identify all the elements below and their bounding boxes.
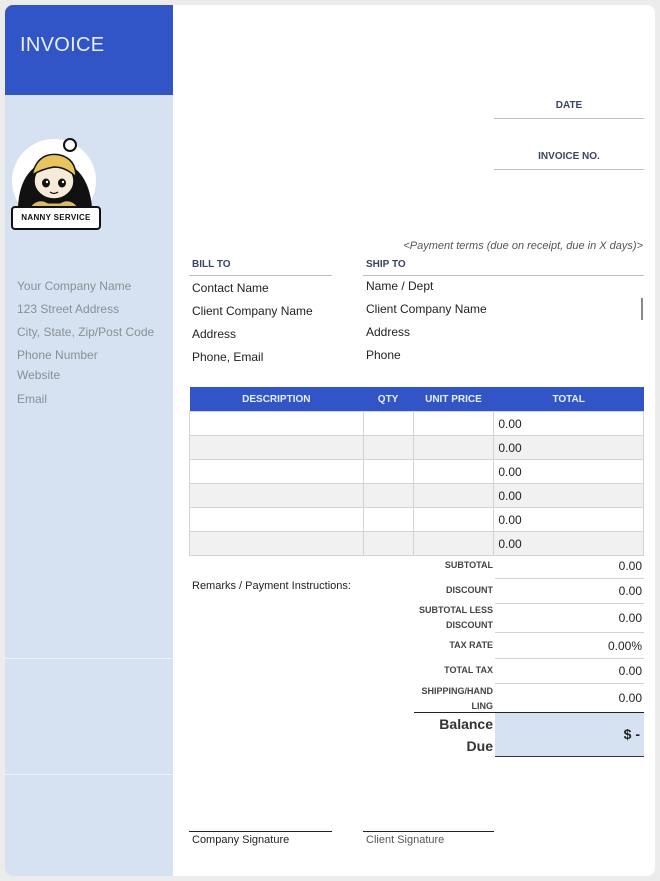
company-signature-line[interactable] [189,831,332,832]
table-header-row: DESCRIPTION QTY UNIT PRICE TOTAL [189,387,644,412]
company-signature-label: Company Signature [192,834,290,846]
bill-to-company[interactable]: Client Company Name [192,304,313,318]
company-email: Email [17,392,48,406]
discount-value[interactable]: 0.00 [495,584,642,598]
ship-to-label: SHIP TO [366,259,406,270]
bill-to-label: BILL TO [192,259,231,270]
date-label: DATE [555,100,583,111]
cell-total: 0.00 [493,507,644,532]
cell-qty[interactable] [362,531,414,556]
header-total: TOTAL [493,387,644,412]
subtotal-value: 0.00 [618,559,642,573]
client-signature-label: Client Signature [366,834,445,846]
table-row: 0.00 [189,459,644,484]
invoice-header-band: INVOICE [5,5,173,95]
cell-qty[interactable] [362,435,414,460]
header-unit-price: UNIT PRICE [413,387,494,412]
shipping-label: SHIPPING/HAND LING [405,684,493,714]
label-line-2: Due [466,738,493,754]
invoice-no-field[interactable] [494,169,644,170]
cell-unit-price[interactable] [412,459,495,484]
remarks-label: Remarks / Payment Instructions: [192,580,351,592]
cell-unit-price[interactable] [412,531,495,556]
sidebar-divider [5,774,173,775]
ship-to-phone[interactable]: Phone [366,348,401,362]
cell-total: 0.00 [493,435,644,460]
cell-description[interactable] [189,483,364,508]
table-row: 0.00 [189,411,644,436]
ship-to-company[interactable]: Client Company Name [366,302,487,316]
cell-qty[interactable] [362,507,414,532]
balance-due-value: $ - [623,726,640,742]
totals-divider [495,658,644,659]
company-name: Your Company Name [17,279,132,293]
table-row: 0.00 [189,507,644,532]
label-line-1: SUBTOTAL LESS [418,605,493,615]
label-line-1: SHIPPING/HAND [421,686,493,696]
cell-total: 0.00 [493,483,644,508]
subtotal-label: SUBTOTAL [444,560,493,570]
subtotal-less-discount-label: SUBTOTAL LESS DISCOUNT [405,603,493,633]
payment-terms: <Payment terms (due on receipt, due in X… [403,240,643,252]
subtotal-less-discount-value: 0.00 [618,611,642,625]
cell-unit-price[interactable] [412,411,495,436]
bill-to-phone-email[interactable]: Phone, Email [192,350,263,364]
ship-to-address[interactable]: Address [366,325,410,339]
sidebar: INVOICE NANNY SERVICE Your Company Name … [5,5,173,876]
label-line-2: DISCOUNT [446,620,493,630]
company-logo: NANNY SERVICE [8,137,104,233]
label-line-1: Balance [439,716,493,732]
header-description: DESCRIPTION [189,387,364,412]
cell-total: 0.00 [493,411,644,436]
logo-text: NANNY SERVICE [21,213,91,222]
cell-qty[interactable] [362,459,414,484]
tax-rate-value[interactable]: 0.00% [495,639,642,653]
client-signature-line[interactable] [363,831,494,832]
invoice-page: INVOICE NANNY SERVICE Your Company Name … [5,5,655,876]
cell-total: 0.00 [493,459,644,484]
cell-description[interactable] [189,507,364,532]
totals-divider [495,578,644,579]
total-tax-value: 0.00 [618,664,642,678]
cell-description[interactable] [189,459,364,484]
cell-description[interactable] [189,435,364,460]
discount-label: DISCOUNT [446,585,493,595]
totals-divider [495,683,644,684]
tax-rate-label: TAX RATE [449,640,493,650]
balance-due-label: Balance Due [405,713,493,757]
invoice-no-label: INVOICE NO. [538,151,600,162]
cell-total: 0.00 [493,531,644,556]
cell-unit-price[interactable] [412,507,495,532]
totals-divider [495,603,644,604]
cell-unit-price[interactable] [412,483,495,508]
cell-qty[interactable] [362,483,414,508]
bill-to-address[interactable]: Address [192,327,236,341]
balance-due-box: $ - [495,713,644,757]
cell-qty[interactable] [362,411,414,436]
bill-to-divider [189,275,332,276]
company-website: Website [17,368,61,382]
table-row: 0.00 [189,435,644,460]
sidebar-divider [5,658,173,659]
ship-to-divider [363,275,644,276]
cell-description[interactable] [189,531,364,556]
company-phone: Phone Number [17,348,98,362]
company-city: City, State, Zip/Post Code [17,325,155,339]
ship-to-name[interactable]: Name / Dept [366,279,433,293]
total-tax-label: TOTAL TAX [444,665,493,675]
table-row: 0.00 [189,483,644,508]
items-table: DESCRIPTION QTY UNIT PRICE TOTAL 0.00 0.… [189,387,644,556]
invoice-title: INVOICE [20,34,105,56]
totals-divider [495,632,644,633]
cell-description[interactable] [189,411,364,436]
cell-unit-price[interactable] [412,435,495,460]
shipping-value[interactable]: 0.00 [495,691,642,705]
text-cursor [641,298,643,320]
date-field[interactable] [494,118,644,119]
company-street: 123 Street Address [17,302,120,316]
table-row: 0.00 [189,531,644,556]
bill-to-contact[interactable]: Contact Name [192,281,269,295]
header-qty: QTY [363,387,414,412]
